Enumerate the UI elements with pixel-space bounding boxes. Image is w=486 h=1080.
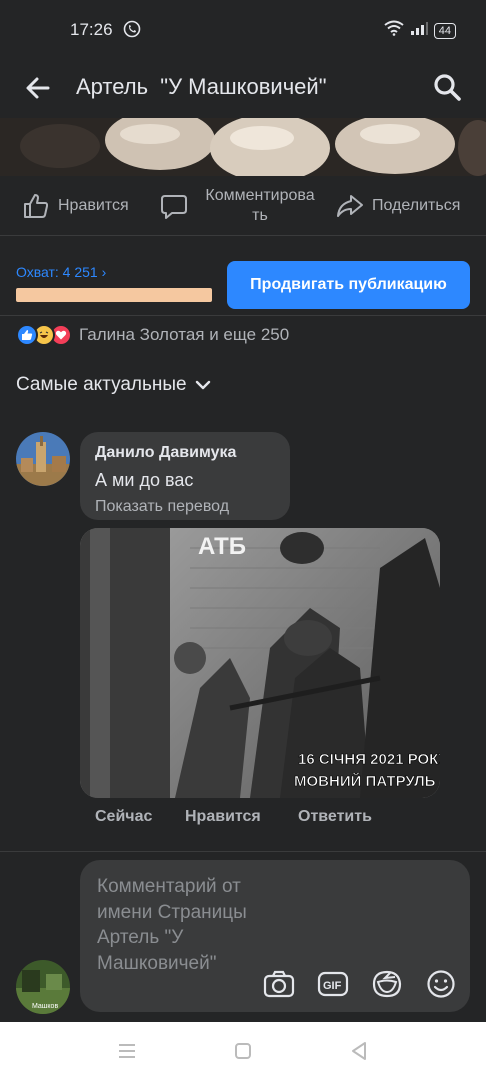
comment-input[interactable]: Комментарий от имени Страницы Артель "У … xyxy=(97,874,257,976)
viber-icon xyxy=(123,20,141,38)
like-button[interactable]: Нравится xyxy=(22,176,129,236)
post-image[interactable] xyxy=(0,118,486,176)
page-avatar[interactable]: Машков xyxy=(16,960,70,1014)
battery-icon: 44 xyxy=(433,22,456,39)
image-caption-line2: МОВНИЙ ПАТРУЛЬ xyxy=(294,772,436,790)
divider xyxy=(0,851,486,852)
page-title: Артель "У Машковичей" xyxy=(76,74,327,99)
reactions-text: Галина Золотая и еще 250 xyxy=(79,325,290,344)
reach-label: Охват: 4 251 xyxy=(16,264,98,280)
back-nav-icon[interactable] xyxy=(348,1040,370,1062)
signal-icon xyxy=(410,21,428,40)
like-reaction-icon xyxy=(16,324,38,346)
share-button[interactable]: Поделиться xyxy=(336,176,460,236)
svg-text:GIF: GIF xyxy=(323,980,342,992)
app-bar: Артель "У Машковичей" xyxy=(0,58,486,118)
reactions-summary[interactable]: Галина Золотая и еще 250 xyxy=(16,322,289,348)
comment-sort-dropdown[interactable]: Самые актуальные xyxy=(16,374,211,396)
composer-tools: GIF xyxy=(263,968,457,1000)
comment-button[interactable]: Комментирова ть xyxy=(160,176,324,236)
share-icon xyxy=(337,195,363,217)
reach-progress-bar xyxy=(16,288,212,302)
system-nav-bar xyxy=(0,1022,486,1080)
emoji-icon[interactable] xyxy=(425,968,457,1000)
search-icon[interactable] xyxy=(432,72,462,102)
status-bar: 17:26 44 xyxy=(0,0,486,58)
reach-link[interactable]: Охват: 4 251 › xyxy=(16,264,106,280)
chevron-down-icon xyxy=(195,380,210,390)
commenter-avatar[interactable] xyxy=(16,432,70,486)
thumbs-up-icon xyxy=(24,194,49,218)
comment-text: А ми до вас xyxy=(95,470,194,490)
like-label: Нравится xyxy=(58,197,129,214)
image-caption-top: АТБ xyxy=(198,533,246,560)
gif-icon[interactable]: GIF xyxy=(317,968,349,1000)
chevron-right-icon: › xyxy=(97,264,107,280)
comment-like-button[interactable]: Нравится xyxy=(185,808,261,828)
image-caption-line1: 16 СІЧНЯ 2021 РОКУ xyxy=(298,751,440,768)
comment-bubble: Данило Давимука А ми до вас Показать пер… xyxy=(80,432,290,520)
promote-button[interactable]: Продвигать публикацию xyxy=(227,261,470,309)
comment-author[interactable]: Данило Давимука xyxy=(95,444,236,462)
sticker-icon[interactable] xyxy=(371,968,403,1000)
post-actions: Нравится Комментирова ть Поделиться xyxy=(0,176,486,236)
promotion-section: Охват: 4 251 › Продвигать публикацию xyxy=(0,236,486,316)
comment-label: Комментирова ть xyxy=(205,187,315,224)
comment-icon xyxy=(161,195,187,219)
status-indicators: 44 xyxy=(384,20,456,41)
status-time: 17:26 xyxy=(70,20,113,39)
wifi-icon xyxy=(384,20,404,41)
share-label: Поделиться xyxy=(372,197,461,214)
back-arrow-icon[interactable] xyxy=(24,74,52,102)
page-avatar-label: Машков xyxy=(32,1003,58,1010)
sort-label: Самые актуальные xyxy=(16,374,187,395)
comment-time: Сейчас xyxy=(95,808,153,825)
home-nav-icon[interactable] xyxy=(232,1040,254,1062)
comment-composer: Комментарий от имени Страницы Артель "У … xyxy=(80,860,470,1012)
translate-link[interactable]: Показать перевод xyxy=(95,498,229,516)
camera-icon[interactable] xyxy=(263,968,295,1000)
comment-reply-button[interactable]: Ответить xyxy=(298,808,372,828)
comment-image[interactable]: АТБ 16 СІЧНЯ 2021 РОКУ МОВНИЙ ПАТРУЛЬ xyxy=(80,528,440,798)
menu-nav-icon[interactable] xyxy=(116,1040,138,1062)
